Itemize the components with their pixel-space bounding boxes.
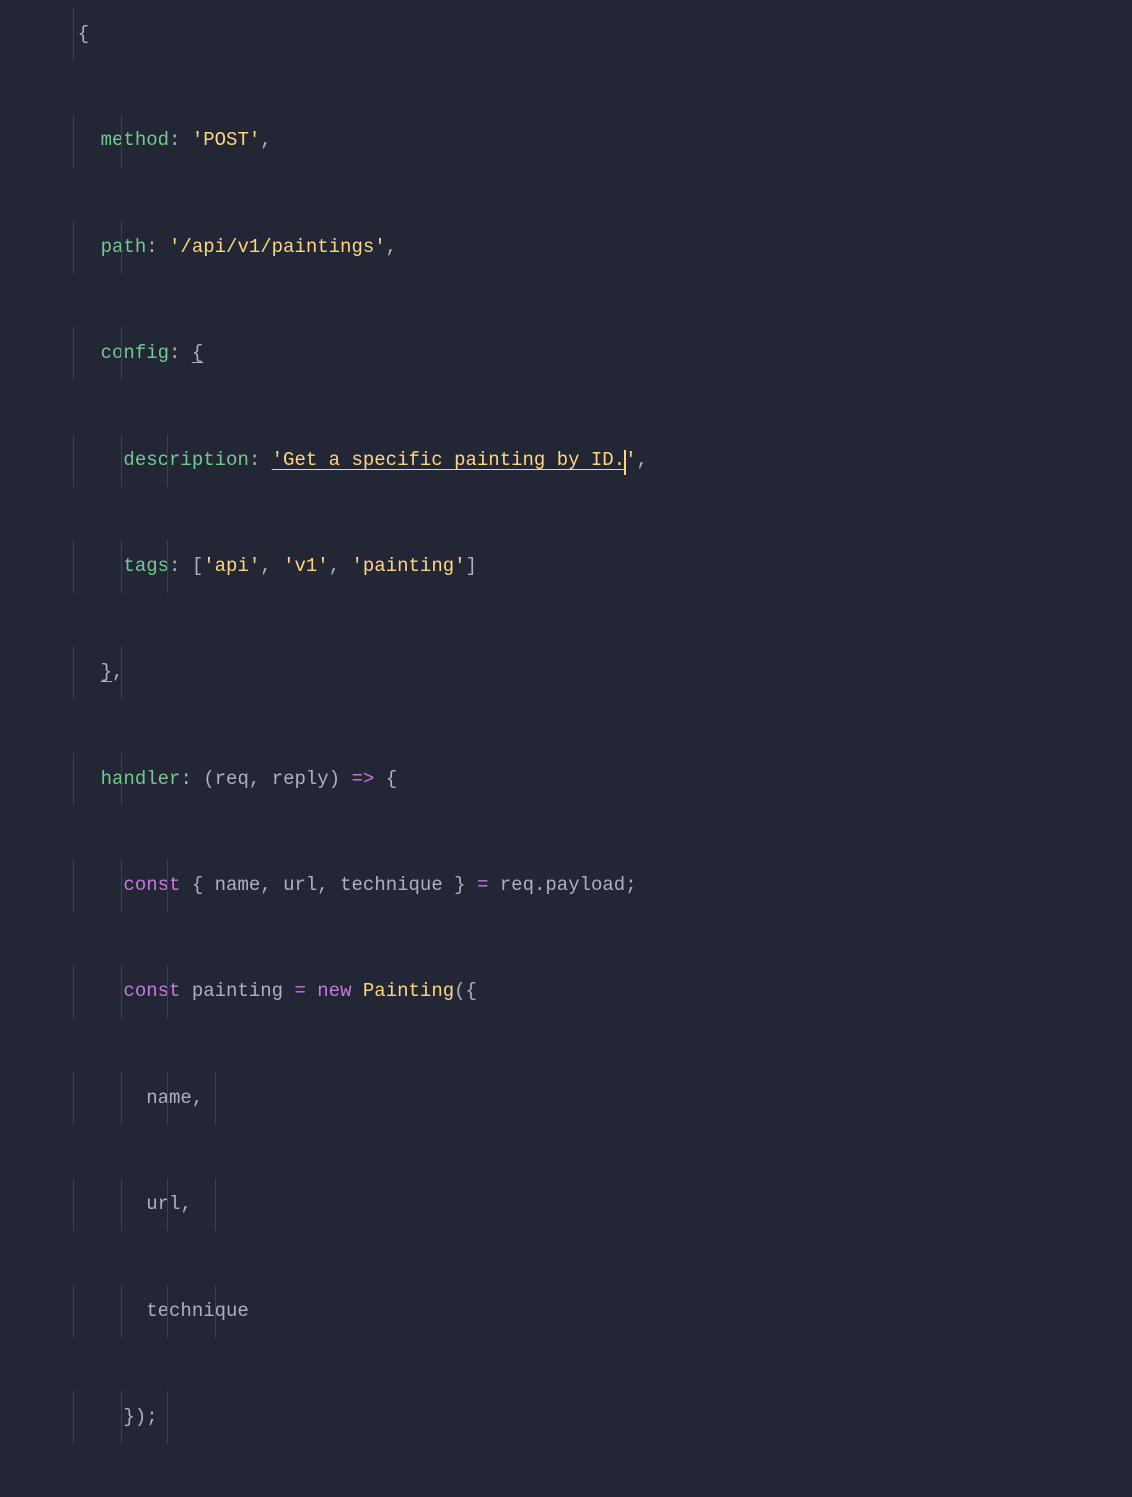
code-line: path: '/api/v1/paintings', xyxy=(55,221,1132,274)
code-line: }, xyxy=(55,646,1132,699)
code-line: { xyxy=(55,8,1132,61)
code-line: url, xyxy=(55,1178,1132,1231)
code-line: config: { xyxy=(55,327,1132,380)
code-line: }); xyxy=(55,1391,1132,1444)
code-line: const painting = new Painting({ xyxy=(55,965,1132,1018)
code-line: handler: (req, reply) => { xyxy=(55,753,1132,806)
code-line: name, xyxy=(55,1072,1132,1125)
code-line: technique xyxy=(55,1285,1132,1338)
code-line: const { name, url, technique } = req.pay… xyxy=(55,859,1132,912)
code-line: tags: ['api', 'v1', 'painting'] xyxy=(55,540,1132,593)
code-editor-content[interactable]: { method: 'POST', path: '/api/v1/paintin… xyxy=(55,8,1132,1497)
code-line: method: 'POST', xyxy=(55,114,1132,167)
code-line: description: 'Get a specific painting by… xyxy=(55,434,1132,487)
text-cursor xyxy=(624,450,626,475)
